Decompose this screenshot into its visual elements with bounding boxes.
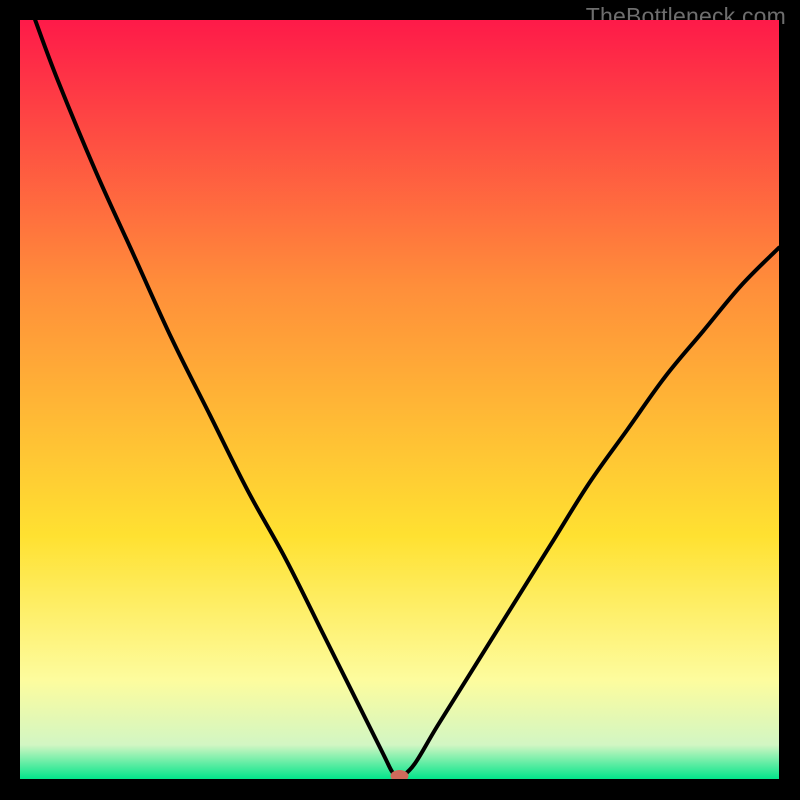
gradient-background <box>20 20 779 779</box>
chart-frame: TheBottleneck.com <box>0 0 800 800</box>
plot-area <box>20 20 779 779</box>
chart-svg <box>20 20 779 779</box>
